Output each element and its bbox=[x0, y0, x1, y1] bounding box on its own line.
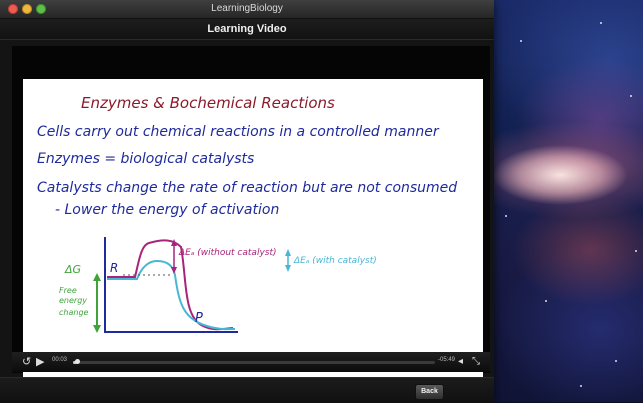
play-icon[interactable]: ▶ bbox=[36, 355, 44, 369]
back-button[interactable]: Back bbox=[415, 384, 444, 400]
current-time: 00:03 bbox=[52, 357, 68, 363]
player-controls: ↺ ▶ 00:03 -05:49 ◂ ⤡ bbox=[12, 352, 490, 372]
page-title: Learning Video bbox=[207, 23, 287, 35]
replay-icon[interactable]: ↺ bbox=[22, 355, 31, 369]
volume-icon[interactable]: ◂ bbox=[458, 355, 463, 369]
without-catalyst-label: ΔEₐ (without catalyst) bbox=[178, 248, 277, 258]
text-line-3: Catalysts change the rate of reaction bu… bbox=[37, 180, 457, 196]
activation-energy-arrow-head-down bbox=[171, 267, 177, 274]
lesson-title: Enzymes & Bochemical Reactions bbox=[81, 94, 335, 112]
title-bar: LearningBiology bbox=[0, 0, 494, 19]
text-line-4: - Lower the energy of activation bbox=[55, 202, 279, 218]
dg-label: ΔG bbox=[64, 263, 81, 276]
text-line-2: Enzymes = biological catalysts bbox=[37, 151, 254, 167]
remaining-time: -05:49 bbox=[438, 357, 456, 363]
footer-bar: Back bbox=[0, 377, 494, 403]
product-label: P bbox=[195, 311, 203, 326]
video-content: Enzymes & Bochemical Reactions Cells car… bbox=[37, 94, 457, 333]
with-catalyst-label: ΔEₐ (with catalyst) bbox=[293, 256, 377, 266]
free-energy-arrow-head-down bbox=[93, 325, 101, 333]
progress-knob[interactable] bbox=[74, 359, 80, 364]
free-energy-label-3: change bbox=[59, 308, 89, 317]
app-window: LearningBiology Learning Video Enzymes &… bbox=[0, 0, 494, 403]
fullscreen-icon[interactable]: ⤡ bbox=[472, 355, 480, 369]
text-line-1: Cells carry out chemical reactions in a … bbox=[37, 124, 440, 140]
page-header: Learning Video bbox=[0, 19, 494, 40]
free-energy-label-1: Free bbox=[59, 286, 77, 295]
with-catalyst-arrow-head-up bbox=[285, 249, 291, 256]
with-catalyst-arrow-head-down bbox=[285, 265, 291, 272]
free-energy-label-2: energy bbox=[59, 296, 87, 305]
catalyzed-curve bbox=[107, 259, 236, 331]
reactant-label: R bbox=[110, 261, 118, 275]
progress-scrubber[interactable] bbox=[73, 359, 435, 364]
window-title: LearningBiology bbox=[211, 3, 283, 14]
free-energy-arrow-head-up bbox=[93, 273, 101, 281]
